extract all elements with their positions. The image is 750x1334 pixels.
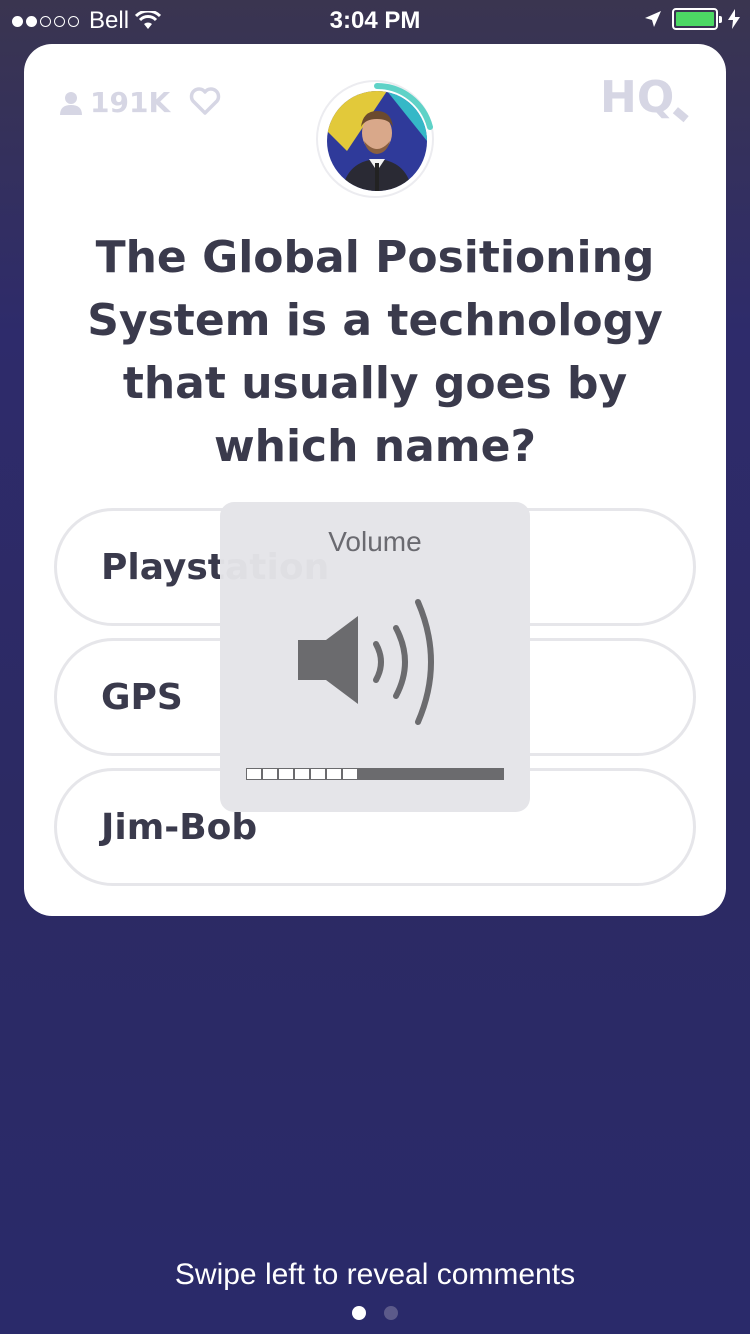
viewer-count: 191K [60,86,170,119]
battery-level [676,12,714,26]
charging-bolt-icon [728,9,740,29]
answer-label: GPS [101,676,183,718]
volume-segment [278,768,294,780]
host-photo [327,91,427,191]
swipe-hint: Swipe left to reveal comments [174,1258,576,1291]
hq-logo: HQ [600,72,689,123]
question-text: The Global Positioning System is a techn… [87,232,663,472]
answer-label: Jim-Bob [101,806,258,848]
hq-logo-text: HQ [600,72,674,123]
volume-hud: Volume [220,502,530,812]
page-indicator[interactable] [0,1306,750,1320]
heart-icon[interactable] [189,86,221,116]
volume-segment [262,768,278,780]
volume-remaining [358,768,504,780]
status-right [644,8,740,30]
location-arrow-icon [645,11,661,27]
volume-segment [294,768,310,780]
battery-icon [672,8,722,30]
page-dot[interactable] [352,1306,366,1320]
status-bar: Bell 3:04 PM [0,0,750,40]
viewer-count-label: 191K [90,86,171,119]
user-icon [60,91,82,115]
volume-segment [310,768,326,780]
volume-level-bar [246,768,504,780]
volume-segment [342,768,358,780]
host-avatar [316,80,434,198]
volume-segment [246,768,262,780]
volume-segment [326,768,342,780]
volume-title: Volume [328,526,422,557]
status-time: 3:04 PM [329,7,421,34]
speaker-icon [298,599,434,725]
page-dot[interactable] [384,1306,398,1320]
